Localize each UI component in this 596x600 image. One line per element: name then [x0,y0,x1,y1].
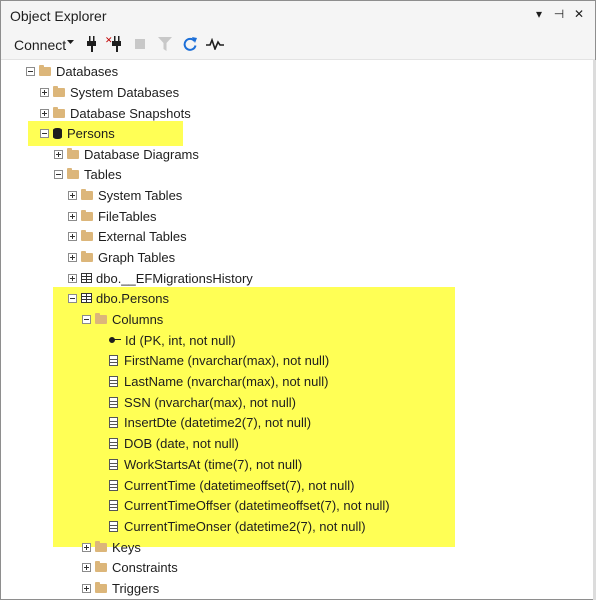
column-item[interactable]: InsertDte (datetime2(7), not null) [109,412,311,432]
folder-icon [81,250,93,262]
folder-icon [39,64,51,76]
folder-icon [95,581,107,593]
expand-icon[interactable] [40,108,49,118]
column-item[interactable]: FirstName (nvarchar(max), not null) [109,350,329,370]
column-item[interactable]: Id (PK, int, not null) [109,330,236,350]
column-icon [109,396,118,408]
folder-icon [81,229,93,241]
column-icon [109,479,118,491]
column-icon [109,458,118,470]
title-controls: ▾ ⊣ ✕ [533,7,585,21]
column-item[interactable]: DOB (date, not null) [109,433,239,453]
expand-icon[interactable] [82,583,91,593]
expand-icon[interactable] [68,252,77,262]
table-icon [81,293,92,303]
tree-node-keys[interactable]: Keys [82,537,141,557]
folder-icon [67,147,79,159]
close-icon[interactable]: ✕ [573,7,585,21]
title-bar: Object Explorer ▾ ⊣ ✕ [1,1,595,30]
tree-node-file-tables[interactable]: FileTables [68,206,157,226]
expand-icon[interactable] [68,273,77,283]
tree-node-system-tables[interactable]: System Tables [68,185,182,205]
column-icon [109,499,118,511]
folder-icon [53,106,65,118]
dropdown-arrow-icon[interactable]: ▾ [533,7,545,21]
stop-icon[interactable] [131,35,149,53]
filter-icon[interactable] [156,35,174,53]
expand-icon[interactable] [54,149,63,159]
expand-icon[interactable] [68,231,77,241]
column-icon [109,416,118,428]
disconnect-icon[interactable]: ✕ [105,35,123,53]
column-item[interactable]: CurrentTime (datetimeoffset(7), not null… [109,475,354,495]
tree-node-constraints[interactable]: Constraints [82,557,178,577]
column-item[interactable]: LastName (nvarchar(max), not null) [109,371,328,391]
folder-icon [81,209,93,221]
tree-node-graph-tables[interactable]: Graph Tables [68,247,175,267]
column-item[interactable]: SSN (nvarchar(max), not null) [109,392,296,412]
tree-node-ef-migrations-history[interactable]: dbo.__EFMigrationsHistory [68,268,253,288]
window-title: Object Explorer [10,8,107,24]
tree-node-databases[interactable]: Databases [26,61,118,81]
connect-button[interactable]: Connect [14,37,66,53]
folder-icon [81,188,93,200]
connect-icon[interactable] [83,35,101,53]
column-item[interactable]: CurrentTimeOnser (datetime2(7), not null… [109,516,366,536]
collapse-icon[interactable] [68,293,77,303]
column-item[interactable]: WorkStartsAt (time(7), not null) [109,454,302,474]
tree-node-database-diagrams[interactable]: Database Diagrams [54,144,199,164]
column-icon [109,354,118,366]
expand-icon[interactable] [82,542,91,552]
expand-icon[interactable] [68,190,77,200]
tree-node-database-snapshots[interactable]: Database Snapshots [40,103,191,123]
table-icon [81,273,92,283]
expand-icon[interactable] [40,87,49,97]
column-icon [109,375,118,387]
tree-node-system-databases[interactable]: System Databases [40,82,179,102]
folder-icon [95,312,107,324]
collapse-icon[interactable] [26,66,35,76]
column-icon [109,437,118,449]
refresh-icon[interactable] [181,35,199,53]
column-item[interactable]: CurrentTimeOffser (datetimeoffset(7), no… [109,495,390,515]
primary-key-icon [109,336,121,344]
folder-icon [95,540,107,552]
tree-node-columns[interactable]: Columns [82,309,163,329]
tree-node-triggers[interactable]: Triggers [82,578,159,598]
tree-node-dbo-persons[interactable]: dbo.Persons [68,288,169,308]
object-explorer-tree: Databases System Databases Database Snap… [0,60,596,600]
toolbar: Connect ✕ [1,30,595,60]
collapse-icon[interactable] [54,169,63,179]
tree-node-external-tables[interactable]: External Tables [68,226,187,246]
activity-monitor-icon[interactable] [206,35,224,53]
folder-icon [53,85,65,97]
collapse-icon[interactable] [82,314,91,324]
tree-node-persons-db[interactable]: Persons [40,123,115,143]
expand-icon[interactable] [82,562,91,572]
expand-icon[interactable] [68,211,77,221]
connect-dropdown-icon[interactable] [67,40,74,45]
svg-text:✕: ✕ [105,36,113,46]
column-icon [109,520,118,532]
pin-icon[interactable]: ⊣ [553,7,565,21]
tree-node-tables[interactable]: Tables [54,164,122,184]
folder-icon [67,167,79,179]
collapse-icon[interactable] [40,128,49,138]
database-icon [53,127,62,139]
folder-icon [95,560,107,572]
